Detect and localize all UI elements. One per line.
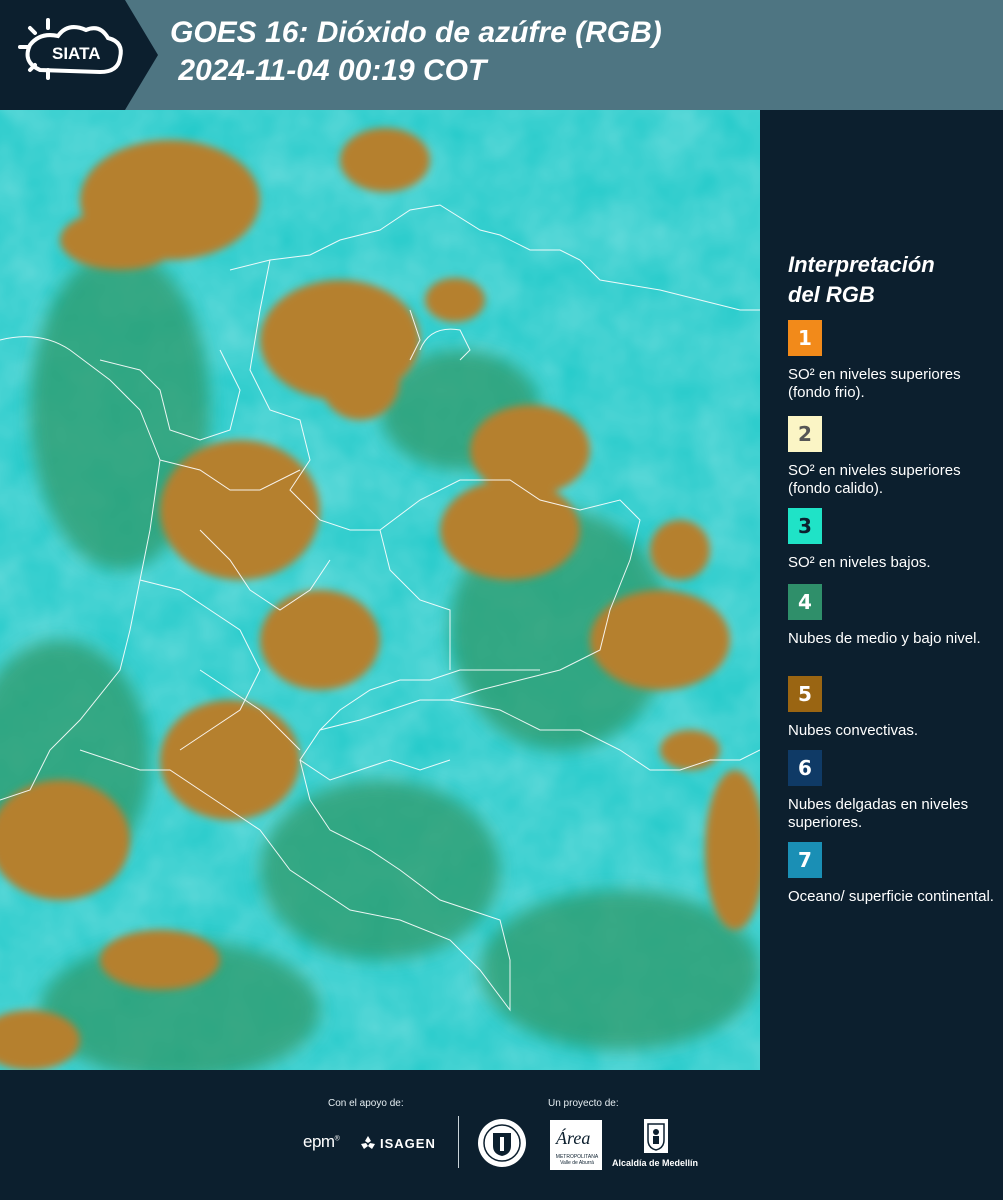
- legend-description: SO² en niveles bajos.: [788, 554, 931, 571]
- siata-logo-text: SIATA: [52, 44, 101, 63]
- legend-item-2: 2 SO² en niveles superiores (fondo calid…: [788, 416, 998, 498]
- epm-logo-text: epm: [303, 1132, 335, 1151]
- siata-logo: SIATA: [0, 0, 160, 110]
- epm-logo: epm®: [303, 1132, 340, 1152]
- isagen-logo-text: ISAGEN: [380, 1135, 436, 1151]
- footer-bar: Con el apoyo de: Un proyecto de: epm® IS…: [0, 1070, 1003, 1200]
- isagen-logo: ISAGEN: [360, 1132, 436, 1154]
- legend-description: Nubes convectivas.: [788, 722, 919, 739]
- legend-item-1: 1 SO² en niveles superiores (fondo frio)…: [788, 320, 998, 402]
- alcaldia-emblem-icon: [644, 1119, 668, 1153]
- page-datetime: 2024-11-04 00:19 COT: [170, 54, 487, 87]
- area-logo-word: Área: [556, 1128, 591, 1148]
- legend-number: 1: [798, 326, 812, 350]
- legend-number: 7: [798, 848, 812, 872]
- legend-title: Interpretación del RGB: [788, 250, 998, 310]
- legend-title-line2: del RGB: [788, 282, 875, 307]
- legend-item-6: 6 Nubes delgadas en niveles superiores.: [788, 750, 998, 832]
- header-bar: SIATA GOES 16: Dióxido de azúfre (RGB) 2…: [0, 0, 1003, 110]
- legend-number: 3: [798, 514, 812, 538]
- legend-description: Nubes de medio y bajo nivel.: [788, 630, 981, 647]
- satellite-map[interactable]: [0, 110, 760, 1070]
- legend-swatch: 5: [788, 676, 822, 712]
- legend-swatch: 4: [788, 584, 822, 620]
- legend-number: 5: [798, 682, 812, 706]
- legend-item-3: 3 SO² en niveles bajos.: [788, 508, 998, 572]
- legend-description: SO² en niveles superiores (fondo calido)…: [788, 462, 961, 497]
- area-metropolitana-logo: Área METROPOLITANA Valle de Aburrá: [550, 1120, 602, 1170]
- legend-item-7: 7 Oceano/ superficie continental.: [788, 842, 998, 906]
- footer-divider: [458, 1116, 459, 1168]
- legend-description: SO² en niveles superiores (fondo frio).: [788, 366, 961, 401]
- legend-swatch: 7: [788, 842, 822, 878]
- legend-number: 2: [798, 422, 812, 446]
- legend-item-5: 5 Nubes convectivas.: [788, 676, 998, 740]
- legend-description: Nubes delgadas en niveles superiores.: [788, 796, 969, 831]
- project-label: Un proyecto de:: [548, 1098, 619, 1109]
- support-label: Con el apoyo de:: [328, 1098, 404, 1109]
- isagen-mark-icon: [361, 1136, 375, 1149]
- legend-swatch: 6: [788, 750, 822, 786]
- alcaldia-label: Alcaldía de Medellín: [612, 1158, 699, 1168]
- legend-swatch: 1: [788, 320, 822, 356]
- legend-number: 4: [798, 590, 812, 614]
- legend-title-line1: Interpretación: [788, 252, 935, 277]
- epm-registered-mark: ®: [334, 1135, 340, 1143]
- legend-item-4: 4 Nubes de medio y bajo nivel.: [788, 584, 998, 648]
- area-logo-subtitle: METROPOLITANA Valle de Aburrá: [555, 1154, 599, 1166]
- legend-description: Oceano/ superficie continental.: [788, 888, 994, 905]
- legend-panel: Interpretación del RGB 1 SO² en niveles …: [760, 110, 1003, 1070]
- medellin-seal-icon: [478, 1119, 526, 1167]
- legend-swatch: 2: [788, 416, 822, 452]
- page-title: GOES 16: Dióxido de azúfre (RGB): [170, 16, 662, 49]
- legend-swatch: 3: [788, 508, 822, 544]
- legend-number: 6: [798, 756, 812, 780]
